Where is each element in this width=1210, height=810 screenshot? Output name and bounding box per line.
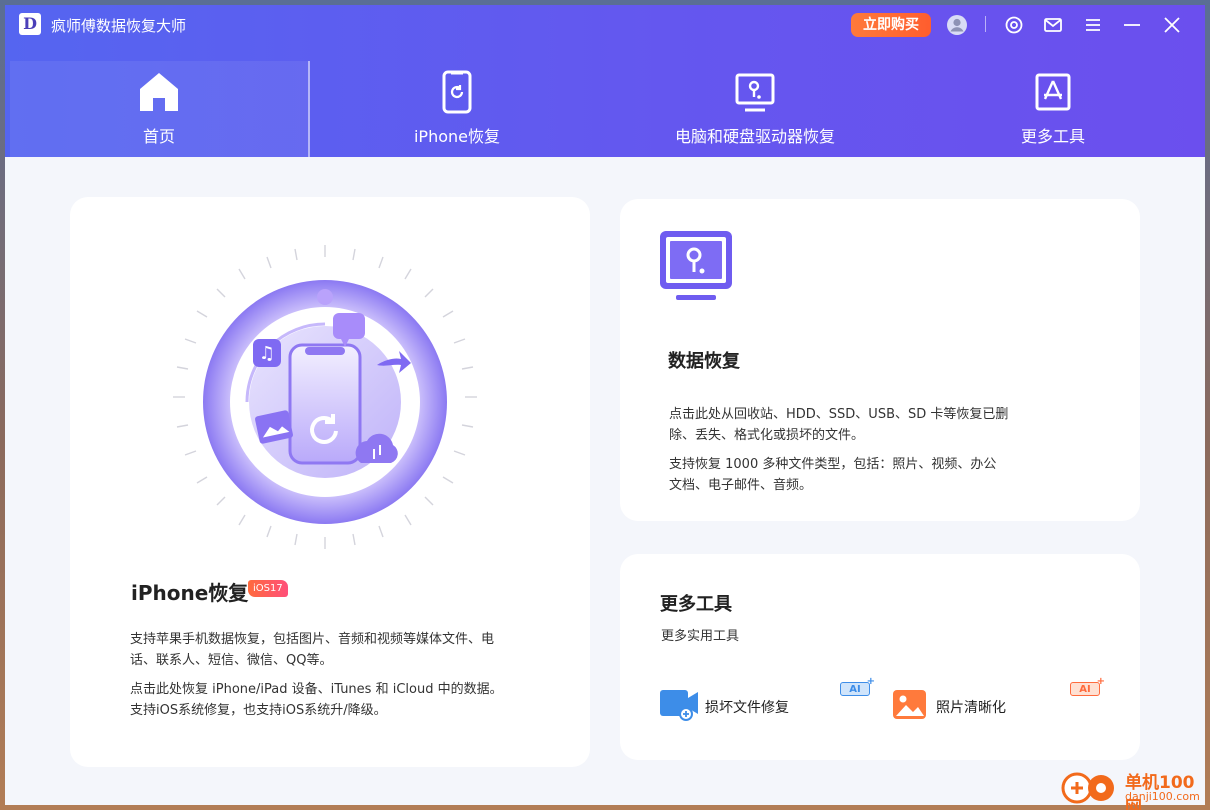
- mail-icon[interactable]: [1041, 13, 1065, 37]
- ai-badge-text: AI: [849, 684, 861, 695]
- description-line: 文档、电子邮件、音频。: [669, 478, 813, 493]
- tools-card-subtitle: 更多实用工具: [661, 629, 740, 644]
- tab-iphone-recovery[interactable]: iPhone恢复: [308, 61, 606, 157]
- svg-text:♫: ♫: [259, 343, 275, 364]
- data-card-description: 点击此处从回收站、HDD、SSD、USB、SD 卡等恢复已删 除、丢失、格式化或…: [669, 404, 1008, 446]
- app-window: D 疯师傅数据恢复大师 立即购买 首页 iPhone恢复 电脑和硬盘驱动器恢复 …: [5, 5, 1205, 805]
- description-line: 点击此处恢复 iPhone/iPad 设备、iTunes 和 iCloud 中的…: [130, 682, 503, 697]
- more-tools-card: 更多工具 更多实用工具 损坏文件修复 AI + 照片清晰化 AI +: [620, 554, 1140, 760]
- tool-label: 照片清晰化: [936, 700, 1006, 716]
- ai-badge: AI +: [840, 676, 875, 696]
- user-icon[interactable]: [945, 13, 969, 37]
- description-line: 支持恢复 1000 多种文件类型，包括：照片、视频、办公: [669, 457, 997, 472]
- tab-label: 电脑和硬盘驱动器恢复: [674, 127, 835, 146]
- tab-computer-recovery[interactable]: 电脑和硬盘驱动器恢复: [606, 61, 904, 157]
- ai-badge-plus: +: [866, 676, 875, 687]
- watermark-logo-icon: [1061, 772, 1114, 804]
- iphone-card-description-2: 点击此处恢复 iPhone/iPad 设备、iTunes 和 iCloud 中的…: [130, 679, 503, 721]
- description-line: 除、丢失、格式化或损坏的文件。: [669, 428, 865, 443]
- video-repair-icon: [660, 688, 702, 724]
- tab-label: iPhone恢复: [413, 127, 500, 146]
- minimize-icon[interactable]: [1120, 13, 1144, 37]
- phone-recovery-icon: [435, 69, 479, 115]
- ai-badge: AI +: [1070, 676, 1105, 696]
- settings-icon[interactable]: [1002, 13, 1026, 37]
- data-card-description-2: 支持恢复 1000 多种文件类型，包括：照片、视频、办公 文档、电子邮件、音频。: [669, 454, 996, 496]
- app-title: 疯师傅数据恢复大师: [51, 17, 187, 35]
- description-line: 支持iOS系统修复，也支持iOS系统升/降级。: [130, 703, 387, 718]
- file-repair-tool[interactable]: 损坏文件修复: [660, 688, 860, 724]
- tab-label: 首页: [142, 127, 175, 146]
- menu-icon[interactable]: [1081, 13, 1105, 37]
- photo-enhance-icon: [893, 688, 935, 724]
- tab-home[interactable]: 首页: [10, 61, 308, 157]
- computer-recovery-icon: [733, 69, 777, 115]
- data-recovery-card[interactable]: 数据恢复 点击此处从回收站、HDD、SSD、USB、SD 卡等恢复已删 除、丢失…: [620, 199, 1140, 521]
- description-line: 点击此处从回收站、HDD、SSD、USB、SD 卡等恢复已删: [669, 407, 1009, 422]
- iphone-recovery-card[interactable]: ♫ iPhone恢复 iOS17 支持苹果手机数据恢复，包括图片、音频和视频等媒…: [70, 197, 590, 767]
- iphone-card-title: iPhone恢复: [131, 581, 249, 605]
- close-icon[interactable]: [1160, 13, 1184, 37]
- watermark-url: danji100.com: [1125, 790, 1200, 803]
- tab-more-tools[interactable]: 更多工具: [904, 61, 1202, 157]
- description-line: 支持苹果手机数据恢复，包括图片、音频和视频等媒体文件、电: [130, 632, 495, 647]
- ai-badge-text: AI: [1079, 684, 1091, 695]
- data-card-title: 数据恢复: [668, 351, 740, 372]
- description-line: 话、联系人、短信、微信、QQ等。: [130, 653, 333, 668]
- ios-version-badge: iOS17: [248, 580, 288, 597]
- buy-now-button[interactable]: 立即购买: [851, 13, 931, 37]
- site-watermark: 单机100网 danji100.com: [1055, 764, 1205, 810]
- main-nav: 首页 iPhone恢复 电脑和硬盘驱动器恢复 更多工具: [5, 61, 1205, 157]
- computer-recovery-icon: [658, 229, 734, 303]
- titlebar-separator: [985, 16, 986, 32]
- titlebar: D 疯师傅数据恢复大师 立即购买: [5, 5, 1205, 45]
- home-icon: [137, 69, 181, 115]
- iphone-card-description: 支持苹果手机数据恢复，包括图片、音频和视频等媒体文件、电 话、联系人、短信、微信…: [130, 629, 494, 671]
- iphone-recovery-illustration: ♫: [155, 227, 495, 567]
- app-logo: D: [19, 13, 41, 35]
- watermark-text: 单机100网: [1125, 773, 1195, 810]
- tool-label: 损坏文件修复: [705, 700, 789, 716]
- photo-enhance-tool[interactable]: 照片清晰化: [893, 688, 1093, 724]
- ai-badge-plus: +: [1096, 676, 1105, 687]
- tab-label: 更多工具: [1020, 127, 1085, 146]
- header: D 疯师傅数据恢复大师 立即购买 首页 iPhone恢复 电脑和硬盘驱动器恢复 …: [5, 5, 1205, 157]
- tools-icon: [1031, 69, 1075, 115]
- tools-card-title: 更多工具: [660, 594, 732, 615]
